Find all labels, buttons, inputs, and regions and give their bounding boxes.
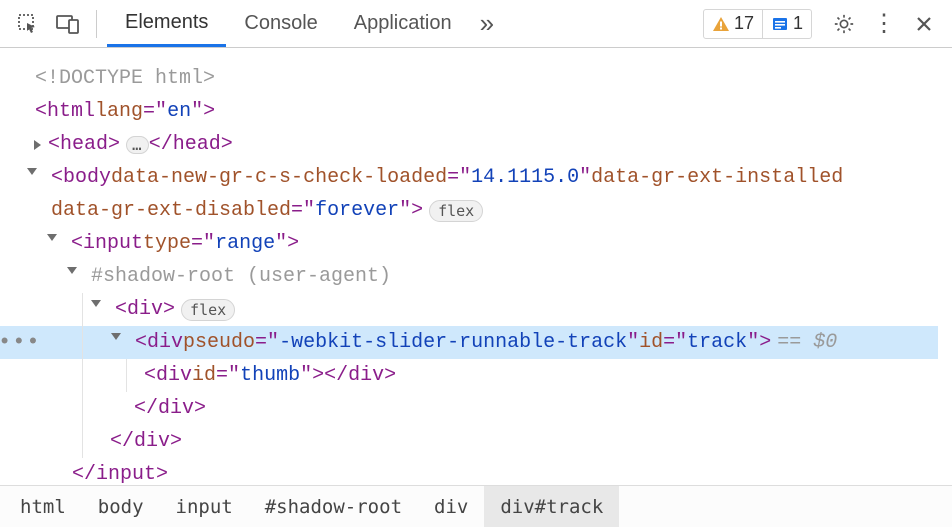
warnings-count: 17 xyxy=(734,13,754,34)
issues-badge[interactable]: 1 xyxy=(762,10,811,38)
selected-marker: == $0 xyxy=(777,327,837,359)
tree-line-div1[interactable]: <div>flex xyxy=(14,293,952,326)
warnings-badge[interactable]: 17 xyxy=(704,10,762,38)
warning-icon xyxy=(712,15,730,33)
settings-icon[interactable] xyxy=(826,6,862,42)
collapsed-pill[interactable]: … xyxy=(126,136,149,154)
separator xyxy=(96,10,97,38)
crumb-div-track[interactable]: div#track xyxy=(484,486,619,527)
layout-badge-flex[interactable]: flex xyxy=(429,200,483,222)
layout-badge-flex[interactable]: flex xyxy=(181,299,235,321)
tree-line-html[interactable]: <html lang="en"> xyxy=(14,95,952,128)
tree-line-thumb[interactable]: <div id="thumb"></div> xyxy=(14,359,952,392)
inspect-icon[interactable] xyxy=(10,6,46,42)
tab-elements[interactable]: Elements xyxy=(107,0,226,47)
kebab-menu-icon[interactable]: ⋮ xyxy=(866,6,902,42)
crumb-div[interactable]: div xyxy=(418,486,484,527)
device-toggle-icon[interactable] xyxy=(50,6,86,42)
dom-tree: <!DOCTYPE html> <html lang="en"> <head>…… xyxy=(0,48,952,499)
tree-line-body-cont[interactable]: data-gr-ext-disabled="forever">flex xyxy=(14,194,952,227)
close-icon[interactable] xyxy=(906,6,942,42)
breadcrumb-bar: html body input #shadow-root div div#tra… xyxy=(0,485,952,527)
tree-line-shadow-root[interactable]: #shadow-root (user-agent) xyxy=(14,260,952,293)
expand-arrow-icon[interactable] xyxy=(34,140,41,150)
tree-line-input[interactable]: <input type="range"> xyxy=(14,227,952,260)
tab-console[interactable]: Console xyxy=(226,0,335,47)
tree-line-div-close-outer[interactable]: </div> xyxy=(14,425,952,458)
collapse-arrow-icon[interactable] xyxy=(47,234,57,241)
collapse-arrow-icon[interactable] xyxy=(67,267,77,274)
issues-badge-group[interactable]: 17 1 xyxy=(703,9,812,39)
collapse-arrow-icon[interactable] xyxy=(27,168,37,175)
issue-icon xyxy=(771,15,789,33)
tree-line-div-close-inner[interactable]: </div> xyxy=(14,392,952,425)
devtools-toolbar: Elements Console Application » 17 1 ⋮ xyxy=(0,0,952,48)
tree-line-body-open[interactable]: <body data-new-gr-c-s-check-loaded="14.1… xyxy=(14,161,952,194)
crumb-input[interactable]: input xyxy=(160,486,249,527)
tree-line-doctype[interactable]: <!DOCTYPE html> xyxy=(14,62,952,95)
tree-line-track-selected[interactable]: ••• <div pseudo="-webkit-slider-runnable… xyxy=(0,326,938,359)
collapse-arrow-icon[interactable] xyxy=(91,300,101,307)
panel-tabs: Elements Console Application xyxy=(107,0,470,47)
more-tabs-icon[interactable]: » xyxy=(474,6,500,42)
crumb-body[interactable]: body xyxy=(82,486,160,527)
collapse-arrow-icon[interactable] xyxy=(111,333,121,340)
tab-application[interactable]: Application xyxy=(336,0,470,47)
gutter-actions-icon[interactable]: ••• xyxy=(0,327,41,359)
crumb-shadow-root[interactable]: #shadow-root xyxy=(249,486,418,527)
issues-count: 1 xyxy=(793,13,803,34)
tree-line-head[interactable]: <head>… </head> xyxy=(14,128,952,161)
crumb-html[interactable]: html xyxy=(4,486,82,527)
